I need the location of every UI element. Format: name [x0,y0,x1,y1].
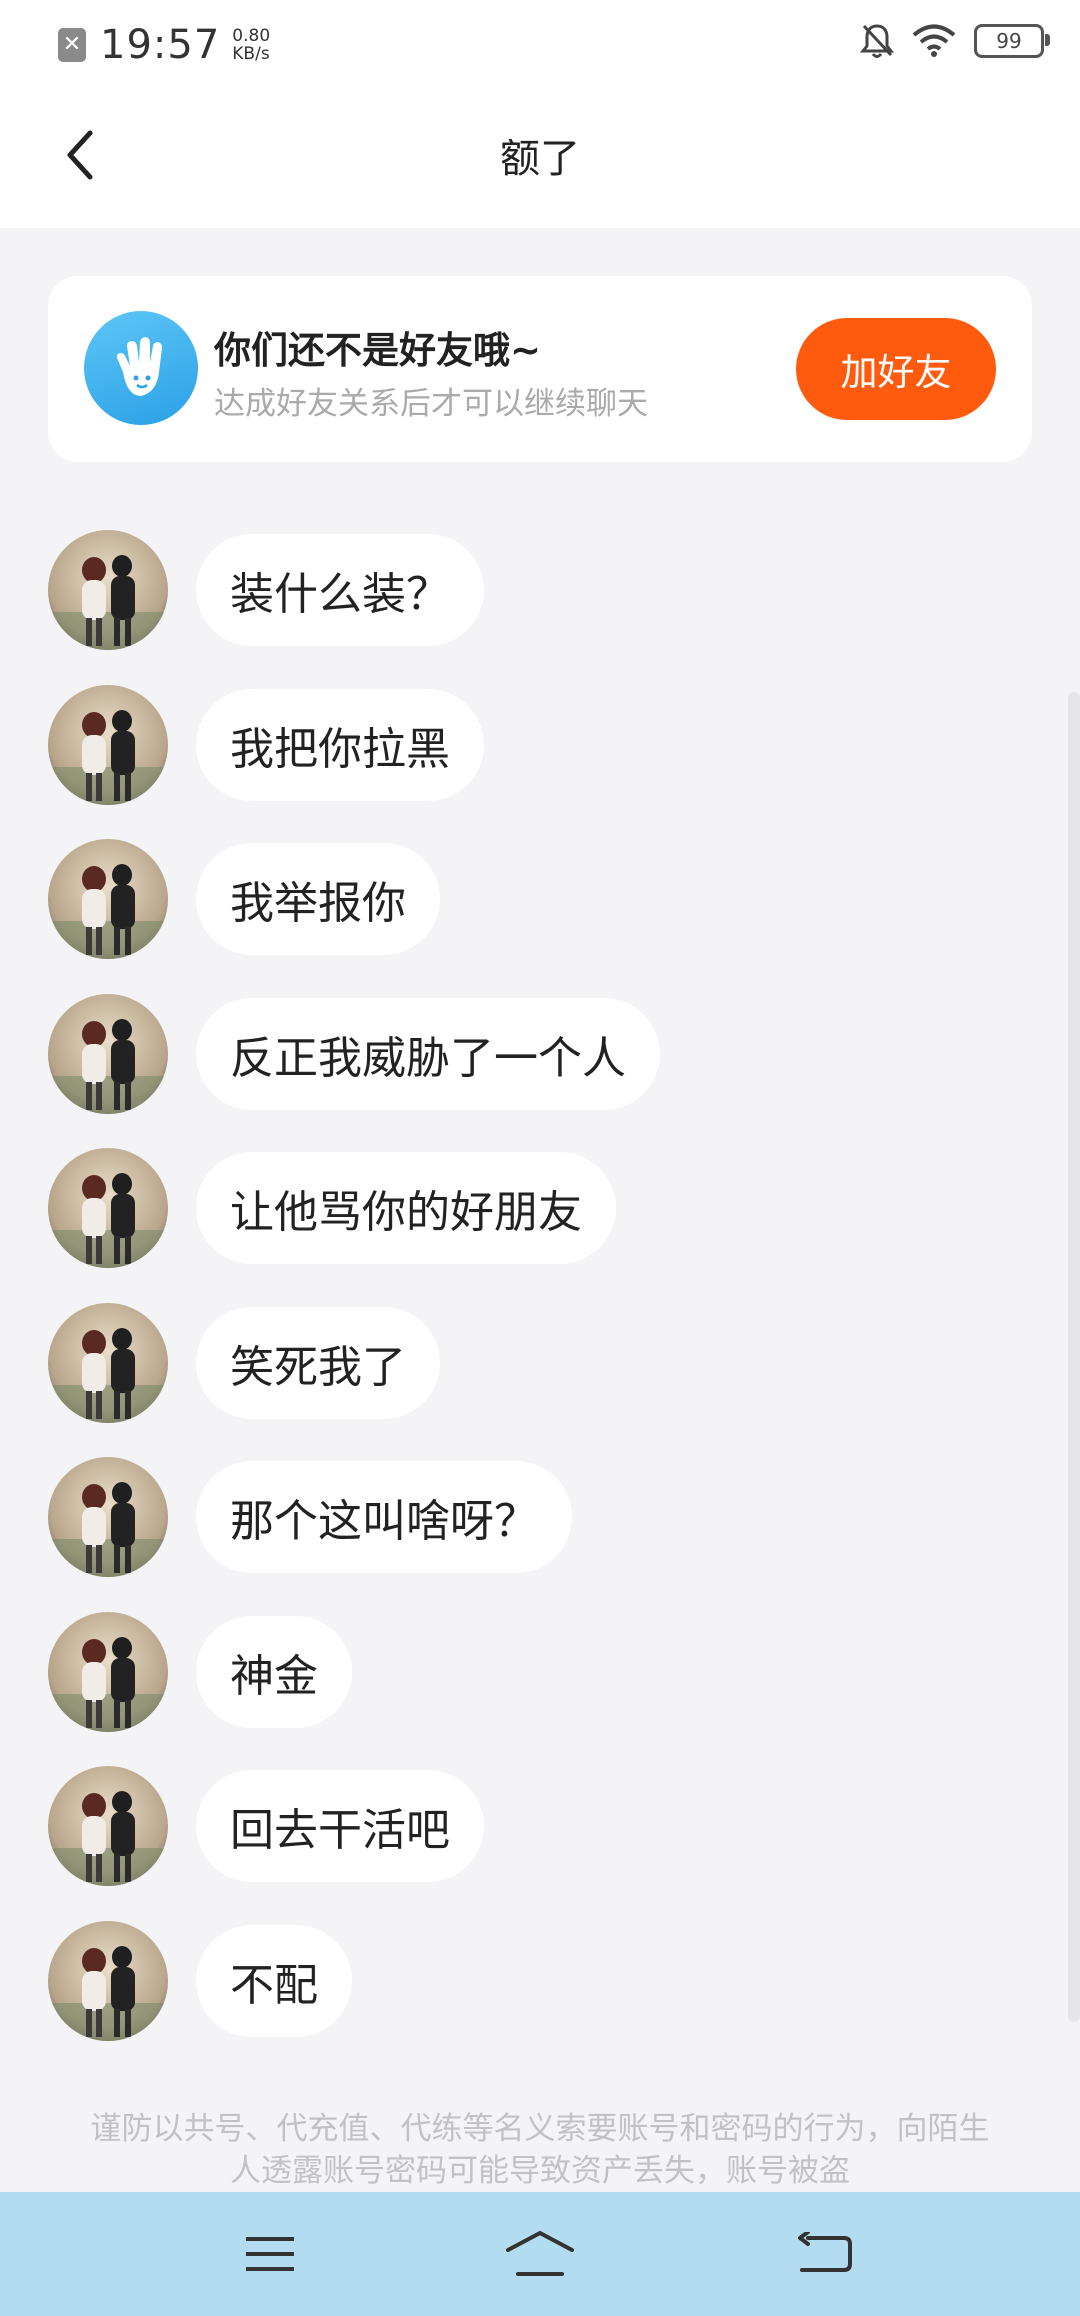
status-right: 99 [842,22,1050,60]
battery-icon: 99 [974,24,1050,58]
add-friend-button[interactable]: 加好友 [796,318,996,420]
back-icon [798,2232,852,2272]
message-row: 装什么装？ [48,530,484,650]
message-bubble[interactable]: 我把你拉黑 [196,688,484,801]
wifi-icon [912,24,956,58]
status-time: 19:57 [100,22,221,68]
avatar[interactable] [48,1148,168,1268]
avatar[interactable] [48,839,168,959]
menu-icon [246,2237,294,2271]
message-bubble[interactable]: 回去干活吧 [196,1770,484,1882]
navigation-bar [0,2192,1080,2316]
back-nav-button[interactable] [774,2224,874,2284]
home-button[interactable] [490,2224,590,2284]
message-bubble[interactable]: 那个这叫啥呀？ [196,1461,572,1573]
message-row: 回去干活吧 [48,1766,484,1886]
battery-level: 99 [996,29,1022,53]
network-speed-value: 0.80 [232,26,271,46]
message-bubble[interactable]: 笑死我了 [196,1306,440,1419]
status-left: ✕ 19:57 0.80 KB/s [58,22,270,68]
home-icon [506,2230,574,2276]
page-title: 额了 [500,136,580,182]
message-row: 笑死我了 [48,1302,440,1423]
avatar[interactable] [48,1766,168,1886]
x-box-icon: ✕ [58,28,86,62]
bell-muted-icon [860,22,894,60]
network-speed: 0.80 KB/s [232,27,270,63]
message-row: 那个这叫啥呀？ [48,1457,572,1577]
menu-button[interactable] [220,2224,320,2284]
chat-header: 额了 [0,84,1080,228]
message-bubble[interactable]: 神金 [196,1615,352,1728]
message-bubble[interactable]: 装什么装？ [196,534,484,646]
avatar[interactable] [48,993,168,1114]
message-row: 我把你拉黑 [48,684,484,805]
message-bubble[interactable]: 让他骂你的好朋友 [196,1152,616,1264]
friend-card-subtitle: 达成好友关系后才可以继续聊天 [214,386,648,422]
message-bubble[interactable]: 反正我威胁了一个人 [196,997,660,1110]
message-row: 让他骂你的好朋友 [48,1148,616,1268]
status-bar: ✕ 19:57 0.80 KB/s 99 [0,0,1080,84]
friend-card-title: 你们还不是好友哦~ [214,329,542,372]
message-row: 反正我威胁了一个人 [48,993,660,1114]
message-bubble[interactable]: 我举报你 [196,843,440,955]
security-notice: 谨防以共号、代充值、代练等名义索要账号和密码的行为，向陌生人透露账号密码可能导致… [90,2111,990,2189]
message-row: 不配 [48,1920,352,2041]
friend-request-card: 你们还不是好友哦~ 达成好友关系后才可以继续聊天 加好友 [48,276,1032,462]
message-bubble[interactable]: 不配 [196,1924,352,2037]
message-row: 神金 [48,1611,352,1732]
message-row: 我举报你 [48,839,440,959]
hand-wave-icon [84,311,198,425]
network-speed-unit: KB/s [232,44,270,64]
avatar[interactable] [48,1302,168,1423]
avatar[interactable] [48,684,168,805]
scrollbar[interactable] [1068,692,1080,2022]
avatar[interactable] [48,1611,168,1732]
avatar[interactable] [48,1457,168,1577]
avatar[interactable] [48,1920,168,2041]
avatar[interactable] [48,530,168,650]
